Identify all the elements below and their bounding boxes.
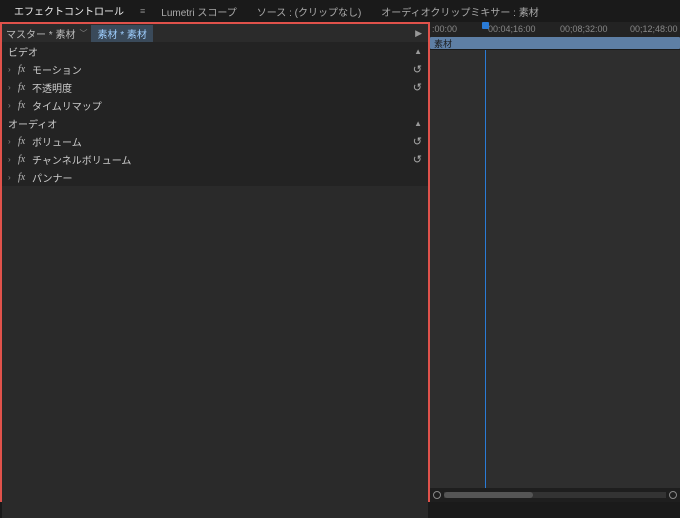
play-arrow-icon[interactable]: ▶ bbox=[415, 28, 422, 39]
tick-label: 00;12;48:00 bbox=[630, 24, 678, 34]
audio-section-label: オーディオ bbox=[8, 116, 57, 131]
video-section-label: ビデオ bbox=[8, 44, 38, 59]
master-clip-name[interactable]: 素材 * 素材 bbox=[91, 25, 152, 42]
tick-label: 00:04;16:00 bbox=[488, 24, 536, 34]
master-label: マスター * 素材 bbox=[6, 26, 75, 41]
tick-label: 00;08;32:00 bbox=[560, 24, 608, 34]
timeline-panel: :00:00 00:04;16:00 00;08;32:00 00;12;48:… bbox=[430, 22, 680, 502]
fx-icon: fx bbox=[18, 100, 32, 111]
scroll-thumb[interactable] bbox=[444, 492, 533, 498]
chevron-right-icon[interactable]: › bbox=[8, 155, 18, 164]
clip-bar-label: 素材 bbox=[434, 37, 452, 50]
effect-label: タイムリマップ bbox=[32, 98, 102, 113]
reset-icon[interactable]: ↺ bbox=[413, 135, 422, 148]
fx-icon: fx bbox=[18, 82, 32, 93]
effect-label: モーション bbox=[32, 62, 82, 77]
fx-icon: fx bbox=[18, 64, 32, 75]
effect-label: ボリューム bbox=[32, 134, 82, 149]
effect-label: パンナー bbox=[32, 170, 73, 185]
playhead-line[interactable] bbox=[485, 50, 486, 488]
timeline-body[interactable] bbox=[430, 50, 680, 488]
tab-source[interactable]: ソース : (クリップなし) bbox=[247, 0, 372, 23]
fx-icon: fx bbox=[18, 136, 32, 147]
master-clip-row[interactable]: マスター * 素材 ﹀ 素材 * 素材 ▶ bbox=[2, 24, 428, 42]
ruler-ticks: :00:00 00:04;16:00 00;08;32:00 00;12;48:… bbox=[430, 22, 680, 36]
tab-lumetri-scopes[interactable]: Lumetri スコープ bbox=[151, 0, 247, 23]
reset-icon[interactable]: ↺ bbox=[413, 153, 422, 166]
effect-channel-volume[interactable]: › fx チャンネルボリューム ↺ bbox=[2, 150, 428, 168]
zoom-out-handle[interactable] bbox=[433, 491, 441, 499]
scroll-track[interactable] bbox=[444, 492, 666, 498]
empty-panel-area bbox=[2, 186, 428, 518]
tab-menu-icon[interactable]: ≡ bbox=[134, 6, 151, 16]
chevron-right-icon[interactable]: › bbox=[8, 65, 18, 74]
timeline-zoom-scroll bbox=[430, 488, 680, 502]
effect-volume[interactable]: › fx ボリューム ↺ bbox=[2, 132, 428, 150]
effect-label: 不透明度 bbox=[32, 80, 72, 95]
effect-opacity[interactable]: › fx 不透明度 ↺ bbox=[2, 78, 428, 96]
timeline-ruler[interactable]: :00:00 00:04;16:00 00;08;32:00 00;12;48:… bbox=[430, 22, 680, 50]
tick-label: :00:00 bbox=[432, 24, 457, 34]
fx-icon: fx bbox=[18, 154, 32, 165]
reset-icon[interactable]: ↺ bbox=[413, 81, 422, 94]
chevron-right-icon[interactable]: › bbox=[8, 101, 18, 110]
effect-list-panel: マスター * 素材 ﹀ 素材 * 素材 ▶ ビデオ ▲ › fx モーション ↺… bbox=[0, 22, 430, 502]
collapse-up-icon[interactable]: ▲ bbox=[414, 47, 422, 56]
timeline-clip-bar[interactable]: 素材 bbox=[430, 37, 680, 49]
chevron-down-icon[interactable]: ﹀ bbox=[79, 28, 87, 39]
effect-motion[interactable]: › fx モーション ↺ bbox=[2, 60, 428, 78]
video-section-header[interactable]: ビデオ ▲ bbox=[2, 42, 428, 60]
effect-label: チャンネルボリューム bbox=[32, 152, 131, 167]
collapse-up-icon[interactable]: ▲ bbox=[414, 119, 422, 128]
tab-effect-controls[interactable]: エフェクトコントロール bbox=[4, 0, 134, 23]
tab-audio-clip-mixer[interactable]: オーディオクリップミキサー : 素材 bbox=[371, 0, 548, 23]
audio-section-header[interactable]: オーディオ ▲ bbox=[2, 114, 428, 132]
effect-panner[interactable]: › fx パンナー bbox=[2, 168, 428, 186]
chevron-right-icon[interactable]: › bbox=[8, 173, 18, 182]
playhead-handle-icon[interactable] bbox=[482, 22, 489, 29]
chevron-right-icon[interactable]: › bbox=[8, 83, 18, 92]
chevron-right-icon[interactable]: › bbox=[8, 137, 18, 146]
effect-time-remap[interactable]: › fx タイムリマップ bbox=[2, 96, 428, 114]
panel-tabs: エフェクトコントロール ≡ Lumetri スコープ ソース : (クリップなし… bbox=[0, 0, 680, 22]
zoom-in-handle[interactable] bbox=[669, 491, 677, 499]
fx-icon: fx bbox=[18, 172, 32, 183]
main-area: マスター * 素材 ﹀ 素材 * 素材 ▶ ビデオ ▲ › fx モーション ↺… bbox=[0, 22, 680, 502]
reset-icon[interactable]: ↺ bbox=[413, 63, 422, 76]
